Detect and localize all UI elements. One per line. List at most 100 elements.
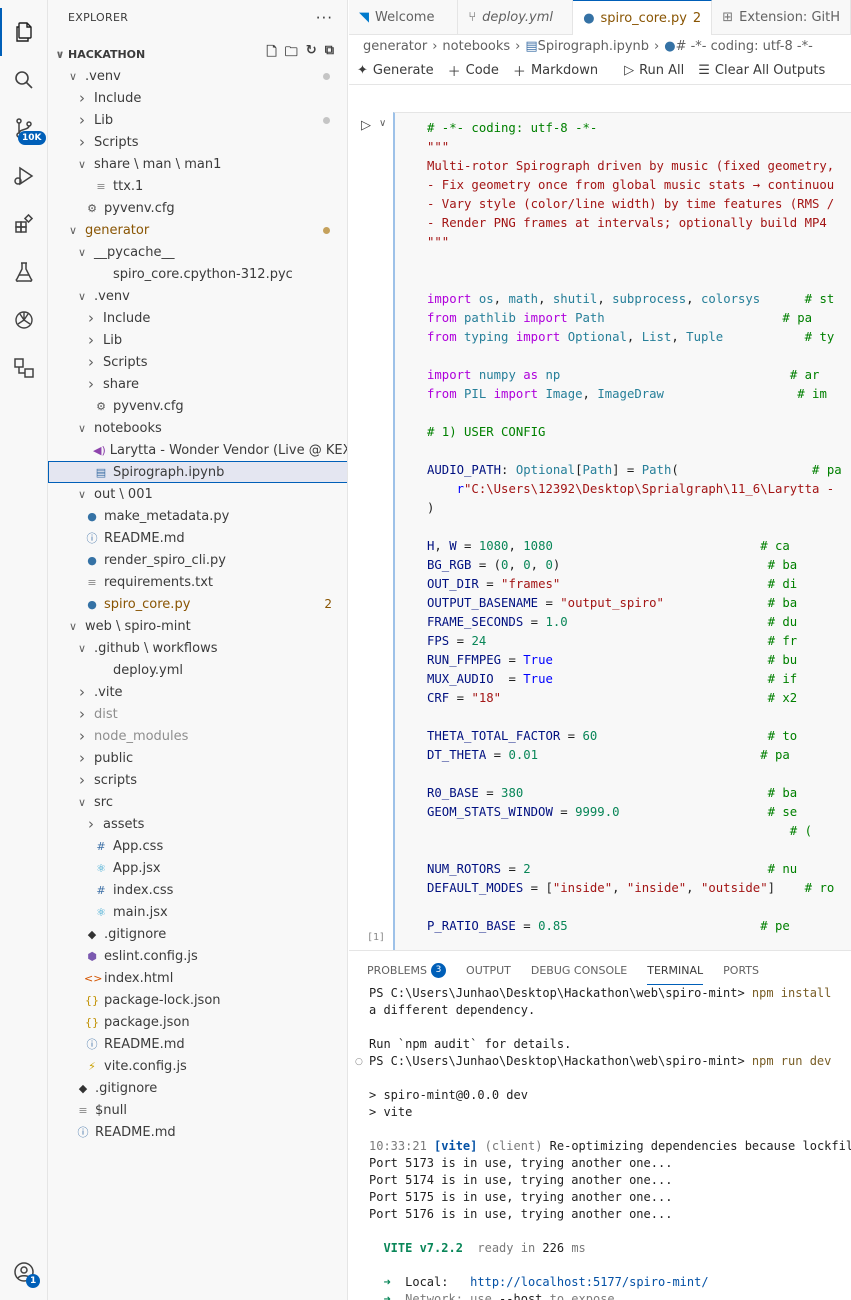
tree-item[interactable]: deploy.yml — [48, 659, 347, 681]
breadcrumb-item[interactable]: Spirograph.ipynb — [538, 39, 649, 54]
chatgpt-icon[interactable] — [0, 296, 48, 344]
tree-item[interactable]: ● render_spiro_cli.py — [48, 549, 347, 571]
tree-item[interactable]: › Lib — [48, 109, 347, 131]
tree-item[interactable]: ⓘ README.md — [48, 527, 347, 549]
tree-item-label: eslint.config.js — [104, 948, 198, 964]
new-file-icon[interactable]: 🗋 — [266, 43, 276, 65]
tree-item[interactable]: {} package.json — [48, 1011, 347, 1033]
tree-item[interactable]: ∨ share \ man \ man1 — [48, 153, 347, 175]
source-control-icon[interactable]: 10K — [0, 104, 48, 152]
run-all-button[interactable]: ▷ Run All — [624, 63, 684, 78]
breadcrumb-item[interactable]: generator — [363, 39, 427, 54]
tree-item[interactable]: ◆ .gitignore — [48, 1077, 347, 1099]
code-token: typing — [464, 330, 509, 344]
panel-tab-output[interactable]: OUTPUT — [466, 964, 511, 977]
tree-item[interactable]: ⚙ pyvenv.cfg — [48, 395, 347, 417]
tree-item[interactable]: › dist — [48, 703, 347, 725]
tab-spiro-core-py[interactable]: ● spiro_core.py 2 — [573, 0, 713, 35]
tree-item[interactable]: {} package-lock.json — [48, 989, 347, 1011]
code-token: numpy — [478, 368, 516, 382]
tree-item[interactable]: ● spiro_core.py 2 — [48, 593, 347, 615]
tree-item[interactable]: ≡ requirements.txt — [48, 571, 347, 593]
panel-tab-debug-console[interactable]: DEBUG CONSOLE — [531, 964, 627, 977]
extensions-icon[interactable] — [0, 200, 48, 248]
terminal-output[interactable]: PS C:\Users\Junhao\Desktop\Hackathon\web… — [369, 985, 851, 1300]
tree-item[interactable]: ⓘ README.md — [48, 1033, 347, 1055]
terminal-line: > vite — [369, 1104, 851, 1121]
more-actions-icon[interactable]: ··· — [316, 9, 333, 27]
tree-item[interactable]: ▤ Spirograph.ipynb — [48, 461, 347, 483]
tree-item[interactable]: ⓘ README.md — [48, 1121, 347, 1143]
search-icon[interactable] — [0, 56, 48, 104]
tree-item[interactable]: › Scripts — [48, 131, 347, 153]
tree-item[interactable]: spiro_core.cpython-312.pyc — [48, 263, 347, 285]
tree-item[interactable]: › Include — [48, 87, 347, 109]
tree-item[interactable]: › node_modules — [48, 725, 347, 747]
code-token: MUX_AUDIO — [427, 672, 494, 686]
code-content[interactable]: # -*- coding: utf-8 -*- """ Multi-rotor Sp… — [427, 119, 842, 950]
tree-item[interactable]: ⚛ main.jsx — [48, 901, 347, 923]
refresh-icon[interactable]: ↻ — [306, 43, 317, 65]
tree-item-label: Scripts — [94, 134, 139, 150]
tree-item[interactable]: ∨ generator — [48, 219, 347, 241]
breadcrumb-item[interactable]: # -*- coding: utf-8 -*- — [676, 39, 813, 54]
chevron-down-icon[interactable]: ∨ — [379, 118, 386, 129]
tree-item[interactable]: › public — [48, 747, 347, 769]
tree-item[interactable]: ∨ .github \ workflows — [48, 637, 347, 659]
run-debug-icon[interactable] — [0, 152, 48, 200]
tree-item[interactable]: ∨ out \ 001 — [48, 483, 347, 505]
tree-item[interactable]: ∨ notebooks — [48, 417, 347, 439]
tree-item[interactable]: ∨ web \ spiro-mint — [48, 615, 347, 637]
tree-item[interactable]: ∨ __pycache__ — [48, 241, 347, 263]
tab-welcome[interactable]: ◥ Welcome — [349, 0, 459, 35]
collapse-all-icon[interactable]: ⧉ — [325, 43, 334, 65]
code-line: r"C:\Users\12392\Desktop\Sprialgraph\11_… — [427, 480, 842, 499]
tree-item[interactable]: ⚙ pyvenv.cfg — [48, 197, 347, 219]
tree-item[interactable]: ⚛ App.jsx — [48, 857, 347, 879]
tree-item[interactable]: › share — [48, 373, 347, 395]
panel-tab-problems[interactable]: PROBLEMS 3 — [367, 962, 447, 978]
new-folder-icon[interactable]: 🗀 — [285, 43, 298, 65]
tree-item-label: Scripts — [103, 354, 148, 370]
breadcrumb-item[interactable]: notebooks — [442, 39, 510, 54]
code-cell-editor[interactable]: # -*- coding: utf-8 -*- """ Multi-rotor Sp… — [393, 112, 851, 950]
tree-item[interactable]: ∨ src — [48, 791, 347, 813]
tree-item[interactable]: ⚡ vite.config.js — [48, 1055, 347, 1077]
tab-deploy-yml[interactable]: ⑂ deploy.yml — [458, 0, 574, 35]
tab-extension-gith[interactable]: ⊞ Extension: GitH — [712, 0, 851, 35]
tree-item[interactable]: ⬢ eslint.config.js — [48, 945, 347, 967]
code-token: = — [538, 596, 561, 610]
explorer-icon[interactable] — [0, 8, 48, 56]
tree-item[interactable]: › Lib — [48, 329, 347, 351]
panel-tab-ports[interactable]: PORTS — [723, 964, 759, 977]
tree-item[interactable]: # App.css — [48, 835, 347, 857]
tree-item[interactable]: ≡ $null — [48, 1099, 347, 1121]
run-cell-icon[interactable]: ▷ — [361, 118, 371, 133]
testing-icon[interactable] — [0, 248, 48, 296]
accounts-icon[interactable]: 1 — [0, 1248, 48, 1296]
tree-item[interactable]: ∨ .venv — [48, 285, 347, 307]
tree-item[interactable]: › Scripts — [48, 351, 347, 373]
tree-item[interactable]: ≡ ttx.1 — [48, 175, 347, 197]
tree-item[interactable]: ◆ .gitignore — [48, 923, 347, 945]
tree-item[interactable]: ∨ .venv — [48, 65, 347, 87]
workspace-root[interactable]: ∨ HACKATHON 🗋 🗀 ↻ ⧉ — [48, 43, 347, 65]
tree-item[interactable]: # index.css — [48, 879, 347, 901]
add-markdown-cell-button[interactable]: ＋ Markdown — [513, 61, 598, 80]
tree-item[interactable]: › Include — [48, 307, 347, 329]
tree-item[interactable]: ● make_metadata.py — [48, 505, 347, 527]
tree-item[interactable]: › assets — [48, 813, 347, 835]
remote-explorer-icon[interactable] — [0, 344, 48, 392]
tree-item[interactable]: › .vite — [48, 681, 347, 703]
tree-item[interactable]: <> index.html — [48, 967, 347, 989]
chevron-right-icon: › — [88, 309, 94, 327]
tree-item[interactable]: › scripts — [48, 769, 347, 791]
panel-tab-terminal[interactable]: TERMINAL — [647, 964, 703, 985]
add-code-cell-button[interactable]: ＋ Code — [448, 61, 499, 80]
tree-item[interactable]: ◀)Larytta - Wonder Vendor (Live @ KEXP)(… — [48, 439, 347, 461]
generate-button[interactable]: ✦ Generate — [357, 63, 434, 78]
notebook-cell[interactable]: ▷ ∨ [1] # -*- coding: utf-8 -*- """ Multi-… — [349, 112, 851, 950]
clear-outputs-button[interactable]: ☰ Clear All Outputs — [698, 63, 825, 78]
